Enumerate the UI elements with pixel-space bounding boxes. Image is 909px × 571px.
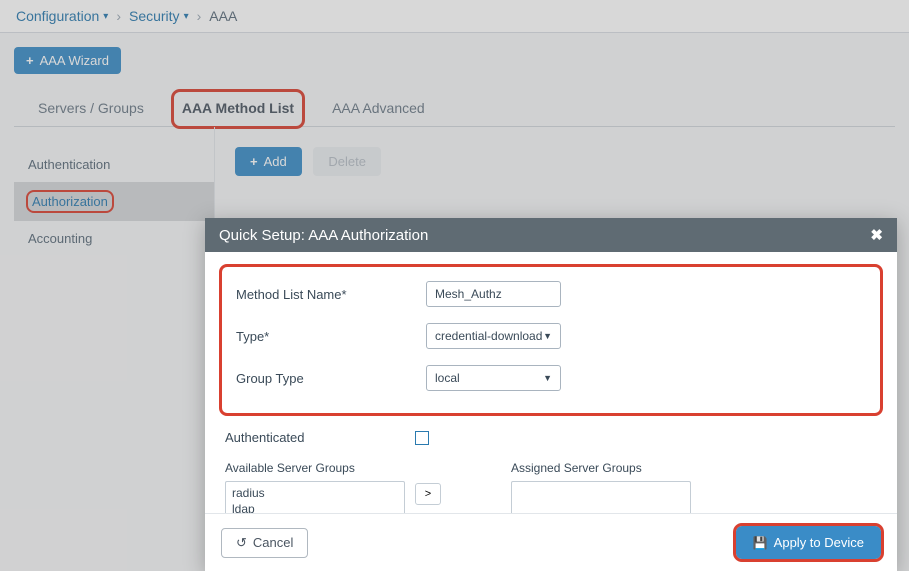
move-buttons: > < (415, 483, 441, 513)
aaa-wizard-button[interactable]: AAA Wizard (14, 47, 121, 74)
breadcrumb-configuration[interactable]: Configuration ▾ (16, 8, 108, 24)
assigned-column: Assigned Server Groups (511, 461, 691, 513)
button-label: Delete (328, 154, 366, 169)
highlighted-form-group: Method List Name* Type* credential-downl… (219, 264, 883, 416)
delete-button: Delete (313, 147, 381, 176)
select-value: local (435, 371, 460, 385)
undo-icon (236, 535, 247, 551)
group-type-select[interactable]: local ▼ (426, 365, 561, 391)
breadcrumb-security[interactable]: Security ▾ (129, 8, 189, 24)
modal-body: Method List Name* Type* credential-downl… (205, 252, 897, 513)
breadcrumb-link-label: Security (129, 8, 180, 24)
plus-icon (26, 53, 34, 68)
button-label: Cancel (253, 535, 293, 550)
method-list-name-input[interactable] (426, 281, 561, 307)
row-type: Type* credential-download ▼ (236, 323, 866, 349)
tab-label: Servers / Groups (38, 100, 144, 116)
apply-to-device-button[interactable]: Apply to Device (736, 526, 881, 559)
breadcrumb: Configuration ▾ › Security ▾ › AAA (0, 0, 909, 33)
nav-authorization[interactable]: Authorization (14, 182, 214, 221)
chevron-down-icon: ▾ (184, 11, 189, 22)
modal-header: Quick Setup: AAA Authorization (205, 218, 897, 252)
field-label: Authenticated (225, 430, 415, 445)
quick-setup-modal: Quick Setup: AAA Authorization Method Li… (205, 218, 897, 571)
field-label: Method List Name* (236, 287, 426, 302)
left-nav: Authentication Authorization Accounting (14, 127, 214, 427)
nav-label: Authorization (28, 192, 112, 211)
tab-label: AAA Method List (182, 100, 294, 116)
add-button[interactable]: Add (235, 147, 302, 176)
available-server-groups-list[interactable]: radiusldaptacacs+ISE-GroupISE_grp_l2 (225, 481, 405, 513)
select-value: credential-download (435, 329, 542, 343)
field-label: Type* (236, 329, 426, 344)
breadcrumb-current: AAA (209, 8, 237, 24)
button-label: Add (264, 154, 287, 169)
breadcrumb-separator: › (116, 8, 121, 24)
nav-label: Authentication (28, 157, 110, 172)
row-method-list-name: Method List Name* (236, 281, 866, 307)
dual-listbox: Available Server Groups radiusldaptacacs… (225, 461, 877, 513)
available-column: Available Server Groups radiusldaptacacs… (225, 461, 405, 513)
tab-label: AAA Advanced (332, 100, 425, 116)
tab-servers-groups[interactable]: Servers / Groups (34, 92, 148, 126)
assigned-label: Assigned Server Groups (511, 461, 691, 475)
row-authenticated: Authenticated (225, 430, 877, 445)
cancel-button[interactable]: Cancel (221, 528, 308, 558)
authenticated-checkbox[interactable] (415, 431, 429, 445)
chevron-down-icon: ▾ (103, 11, 108, 22)
type-select[interactable]: credential-download ▼ (426, 323, 561, 349)
nav-authentication[interactable]: Authentication (14, 147, 214, 182)
nav-accounting[interactable]: Accounting (14, 221, 214, 256)
assigned-server-groups-list[interactable] (511, 481, 691, 513)
list-item[interactable]: ldap (226, 501, 404, 513)
breadcrumb-link-label: Configuration (16, 8, 99, 24)
close-icon[interactable] (870, 226, 883, 244)
list-item[interactable]: radius (226, 485, 404, 501)
tab-aaa-advanced[interactable]: AAA Advanced (328, 92, 429, 126)
tab-aaa-method-list[interactable]: AAA Method List (174, 92, 302, 126)
chevron-down-icon: ▼ (543, 331, 552, 341)
move-right-button[interactable]: > (415, 483, 441, 505)
row-group-type: Group Type local ▼ (236, 365, 866, 391)
button-label: AAA Wizard (40, 53, 109, 68)
modal-title: Quick Setup: AAA Authorization (219, 227, 428, 244)
modal-footer: Cancel Apply to Device (205, 513, 897, 571)
save-icon (753, 535, 768, 550)
plus-icon (250, 154, 258, 169)
button-label: Apply to Device (774, 535, 864, 550)
button-label: > (425, 488, 431, 500)
field-label: Group Type (236, 371, 426, 386)
nav-label: Accounting (28, 231, 92, 246)
tab-bar: Servers / Groups AAA Method List AAA Adv… (14, 92, 895, 127)
chevron-down-icon: ▼ (543, 373, 552, 383)
breadcrumb-separator: › (197, 8, 202, 24)
available-label: Available Server Groups (225, 461, 405, 475)
